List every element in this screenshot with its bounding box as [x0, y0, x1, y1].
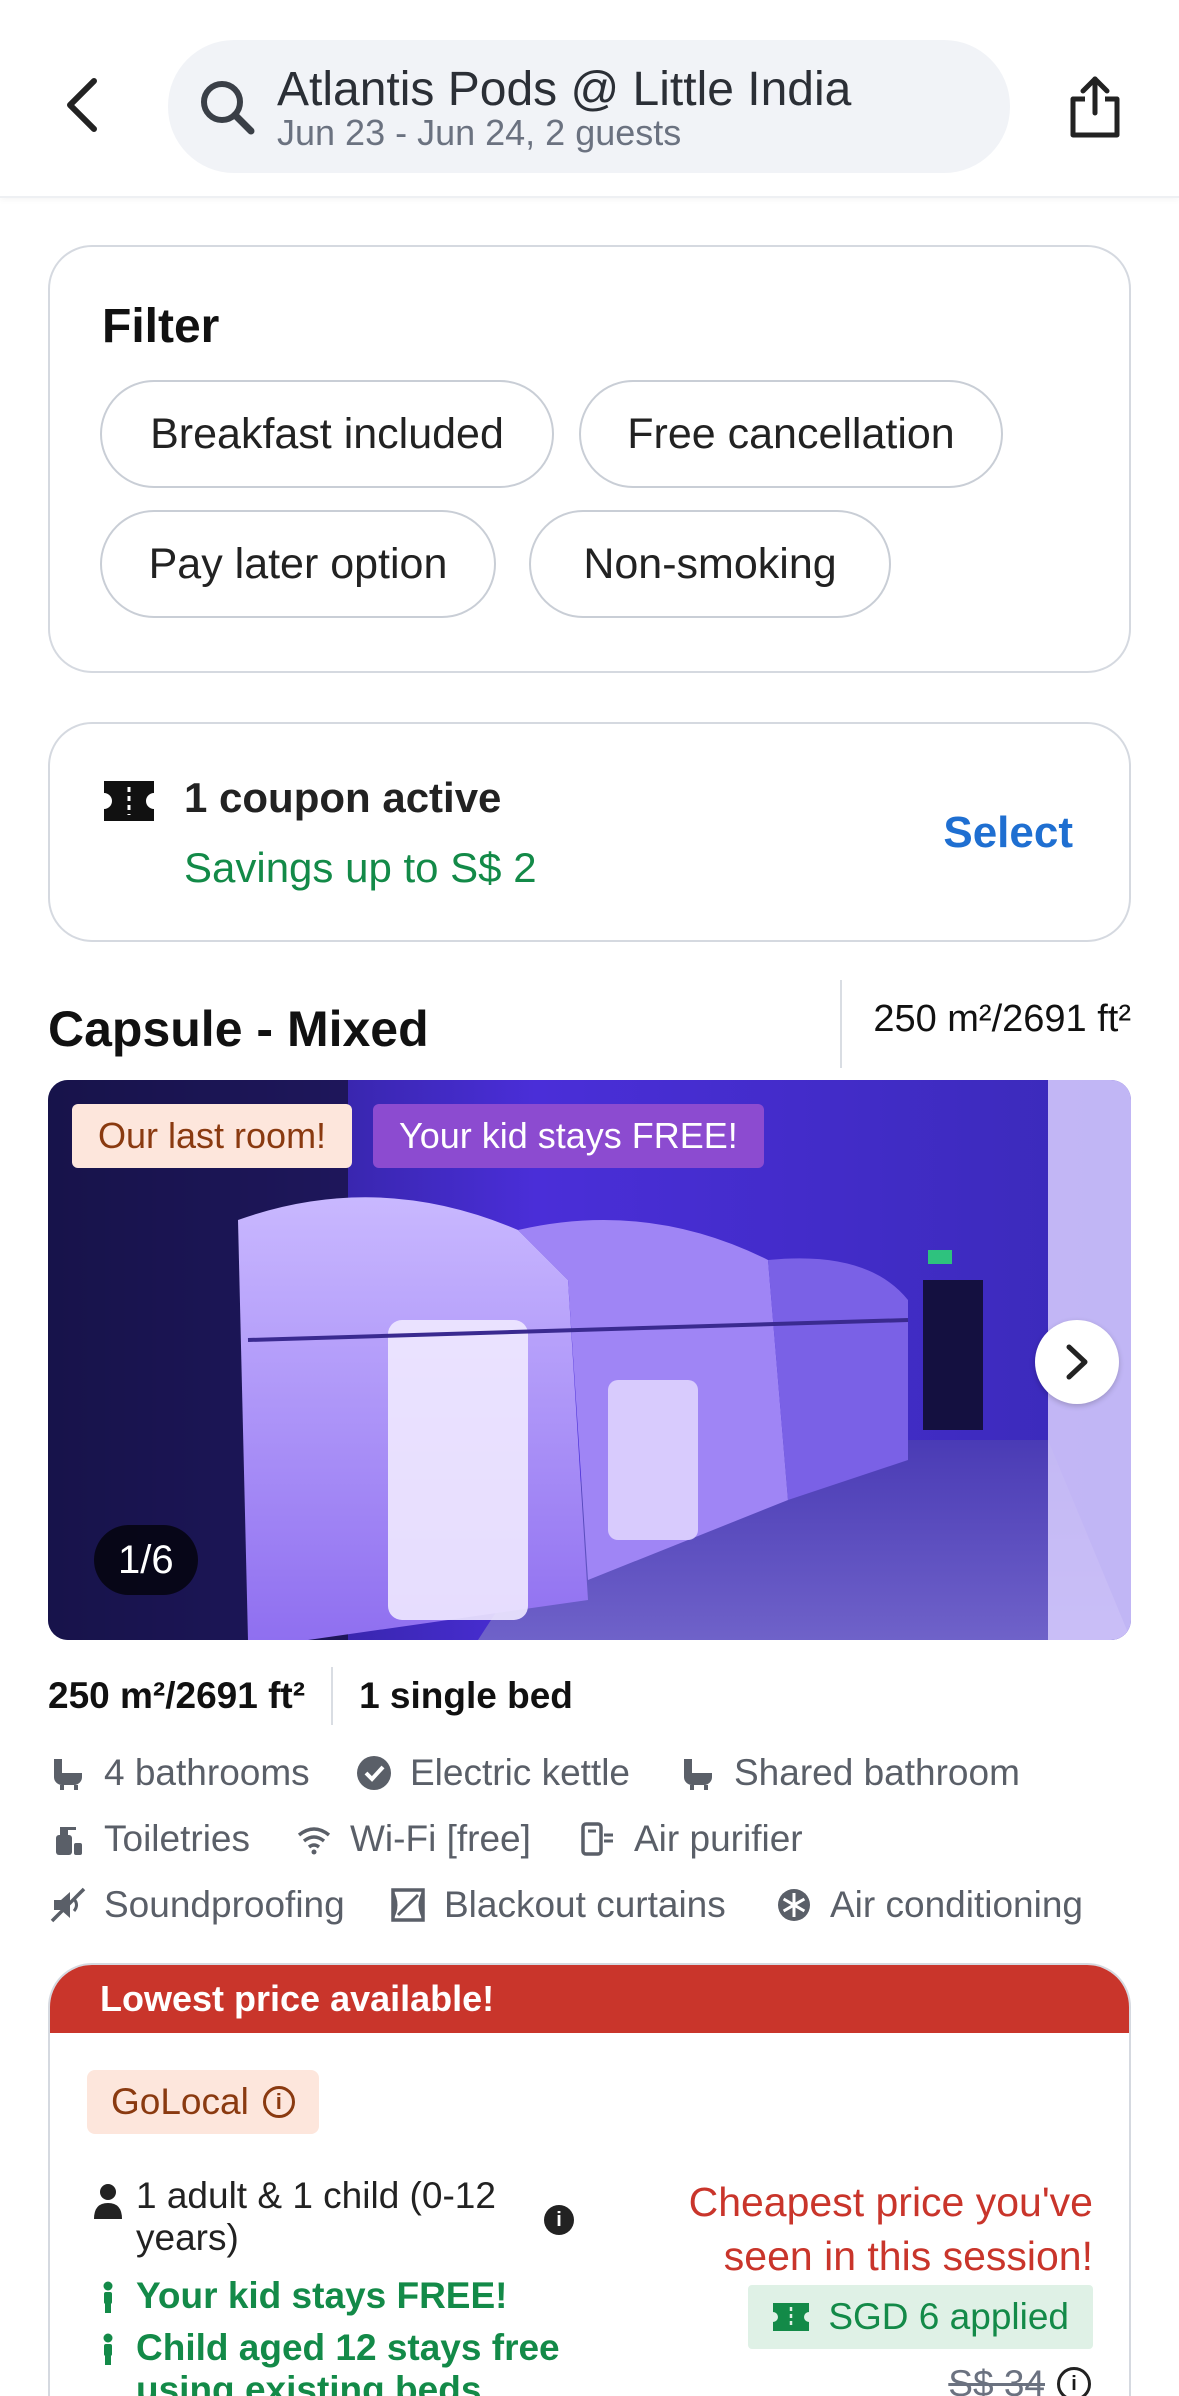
amenity-blackout-curtains: Blackout curtains — [390, 1884, 726, 1926]
golocal-tag[interactable]: GoLocal i — [87, 2070, 319, 2134]
check-circle-icon — [357, 1756, 391, 1790]
room-title: Capsule - Mixed — [48, 1001, 429, 1057]
top-bar: Atlantis Pods @ Little India Jun 23 - Ju… — [0, 0, 1179, 198]
room-photo-carousel[interactable]: Our last room! Your kid stays FREE! 1/6 — [48, 1080, 1131, 1640]
amenity-wifi: Wi-Fi [free] — [296, 1818, 531, 1860]
wifi-icon — [297, 1827, 331, 1855]
occupancy-text: 1 adult & 1 child (0-12 years) — [136, 2175, 496, 2258]
share-button[interactable] — [1060, 68, 1130, 144]
ticket-icon — [773, 2303, 810, 2331]
info-icon[interactable]: i — [1057, 2367, 1091, 2396]
amenity-kettle: Electric kettle — [356, 1752, 630, 1794]
kid-free-badge: Your kid stays FREE! — [373, 1104, 764, 1168]
child-policy-text: Child aged 12 stays free using existing … — [136, 2327, 560, 2396]
chevron-left-icon — [67, 78, 97, 132]
info-icon[interactable]: i — [262, 2086, 295, 2118]
coupon-savings: Savings up to S$ 2 — [184, 844, 537, 891]
share-icon — [1070, 76, 1120, 138]
coupon-title: 1 coupon active — [184, 774, 502, 821]
filter-title: Filter — [102, 300, 220, 353]
hotel-name: Atlantis Pods @ Little India — [277, 63, 852, 116]
chevron-right-icon — [1066, 1344, 1088, 1380]
filter-card: Filter Breakfast included Free cancellat… — [48, 245, 1131, 673]
amenity-air-conditioning: Air conditioning — [776, 1884, 1083, 1926]
amenity-toiletries: Toiletries — [50, 1818, 250, 1860]
amenity-air-purifier: Air purifier — [580, 1818, 803, 1860]
ticket-icon — [104, 781, 154, 821]
stay-details: Jun 23 - Jun 24, 2 guests — [277, 112, 682, 153]
coupon-applied-badge: SGD 6 applied — [748, 2285, 1093, 2349]
room-size: 250 m²/2691 ft² — [48, 1675, 306, 1716]
filter-chip-free-cancellation[interactable]: Free cancellation — [579, 380, 1003, 488]
room-size-header: 250 m²/2691 ft² — [873, 998, 1131, 1040]
bathtub-icon — [54, 1759, 82, 1790]
info-icon[interactable]: i — [544, 2205, 574, 2235]
filter-chip-pay-later[interactable]: Pay later option — [100, 510, 496, 618]
photo-counter: 1/6 — [94, 1525, 198, 1595]
room-specs: 250 m²/2691 ft² 1 single bed — [48, 1667, 573, 1725]
lowest-price-banner: Lowest price available! — [50, 1965, 1129, 2033]
divider — [331, 1667, 334, 1725]
photo-next-button[interactable] — [1035, 1320, 1119, 1404]
person-icon — [94, 2184, 122, 2219]
bathtub-icon — [684, 1759, 712, 1790]
amenity-soundproofing: Soundproofing — [50, 1884, 345, 1926]
toiletries-icon — [56, 1827, 82, 1855]
last-room-badge: Our last room! — [72, 1104, 353, 1168]
bed-type: 1 single bed — [359, 1675, 573, 1716]
search-summary-pill[interactable]: Atlantis Pods @ Little India Jun 23 - Ju… — [168, 40, 1010, 173]
coupon-select-button[interactable]: Select — [943, 808, 1073, 858]
blackout-curtains-icon — [391, 1888, 425, 1922]
filter-chip-non-smoking[interactable]: Non-smoking — [529, 510, 891, 618]
cheapest-notice: Cheapest price you've seen in this sessi… — [688, 2179, 1093, 2279]
air-purifier-icon — [581, 1822, 613, 1856]
search-icon — [201, 81, 255, 135]
back-button[interactable] — [52, 70, 112, 140]
soundproof-icon — [50, 1887, 86, 1923]
original-price: S$ 34 — [948, 2363, 1045, 2396]
child-icon — [103, 2281, 113, 2313]
rate-option-card[interactable]: Lowest price available! GoLocal i 1 adul… — [48, 1963, 1131, 2396]
amenity-bathrooms: 4 bathrooms — [50, 1752, 310, 1794]
kid-free-text: Your kid stays FREE! — [136, 2275, 508, 2316]
filter-chip-breakfast[interactable]: Breakfast included — [100, 380, 554, 488]
child-icon — [103, 2333, 113, 2365]
amenity-shared-bathroom: Shared bathroom — [680, 1752, 1020, 1794]
coupon-card[interactable]: 1 coupon active Savings up to S$ 2 Selec… — [48, 722, 1131, 942]
snowflake-icon — [778, 1889, 810, 1921]
divider — [840, 980, 842, 1068]
